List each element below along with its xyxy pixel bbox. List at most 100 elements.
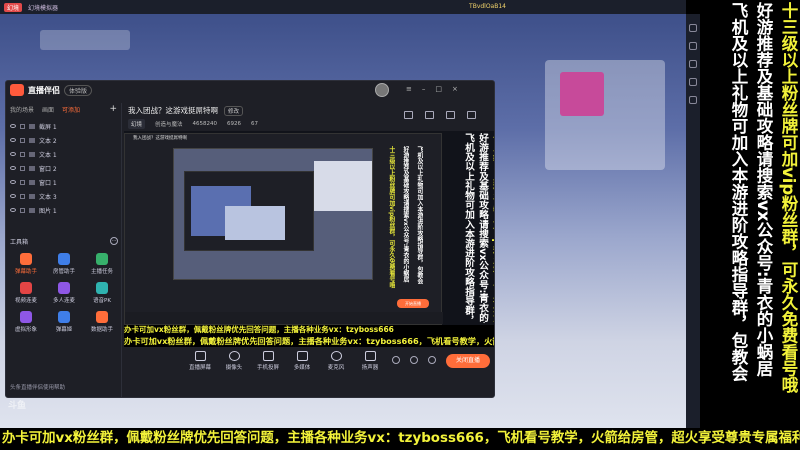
settings-gear-icon[interactable]	[428, 356, 436, 364]
preview-banner-1: 十三级以上粉丝牌可加vip粉丝群，可永久免费看号哦	[491, 133, 495, 323]
tool-voice-pk[interactable]: 语音PK	[84, 282, 120, 304]
toolbox-more-button[interactable]: ···	[110, 237, 118, 245]
source-controls: 直播屏幕 摄像头 手机投屏 多媒体 麦克风 扬声器	[186, 351, 384, 371]
maximize-icon[interactable]: □	[435, 85, 442, 93]
tool-label: 主播任务	[90, 269, 113, 275]
tab-my-scenes[interactable]: 我的场景	[10, 105, 34, 114]
volume-icon[interactable]	[689, 60, 697, 68]
lock-icon[interactable]	[20, 207, 25, 213]
game-banner	[40, 30, 130, 50]
keyboard-icon[interactable]	[689, 24, 697, 32]
tool-label: 视频连麦	[14, 298, 37, 304]
tool-data[interactable]: 数据助手	[84, 311, 120, 333]
tool-host-tasks[interactable]: 主播任务	[84, 253, 120, 275]
close-icon[interactable]: ×	[452, 85, 458, 93]
tab-addable[interactable]: 可添加	[62, 105, 80, 114]
lock-icon[interactable]	[20, 137, 25, 143]
source-label: 窗口 1	[39, 179, 57, 187]
chat-icon	[58, 311, 70, 323]
edit-title-button[interactable]: 修改	[224, 105, 244, 116]
settings-icon[interactable]	[689, 78, 697, 86]
list-item[interactable]: 窗口 1	[6, 175, 121, 189]
app-version-badge[interactable]: 体验版	[64, 84, 93, 96]
screenshot-icon[interactable]	[689, 42, 697, 50]
eye-preview-icon[interactable]	[410, 356, 418, 364]
lock-icon[interactable]	[20, 165, 25, 171]
scene-panel: 我的场景 画面 可添加 + 截屏 1 文本 2 文本 1 窗口 2 窗口 1 文…	[6, 103, 122, 397]
menu-icon[interactable]: ≡	[406, 85, 412, 93]
screen-icon[interactable]	[425, 111, 434, 119]
tool-avatar[interactable]: 虚拟形象	[8, 311, 44, 333]
toggle-live-button[interactable]: 关闭直播	[446, 354, 490, 368]
eye-icon[interactable]	[10, 194, 16, 198]
nested-broadcaster-window: 我入团战？这游戏挺屌特啊 十三级以上粉丝牌可加vip粉丝群，可永久免费看号哦 好…	[124, 133, 443, 325]
layout-icon[interactable]	[404, 111, 413, 119]
app-logo-icon	[10, 84, 24, 96]
record-icon[interactable]	[392, 356, 400, 364]
lock-icon[interactable]	[20, 151, 25, 157]
eye-icon[interactable]	[10, 152, 16, 156]
nested-header: 我入团战？这游戏挺屌特啊	[133, 136, 187, 141]
list-item[interactable]: 文本 1	[6, 147, 121, 161]
likes-count: 6926	[227, 121, 242, 127]
screen-capture-button[interactable]: 直播屏幕	[186, 351, 214, 371]
list-item[interactable]: 文本 3	[6, 189, 121, 203]
eye-icon[interactable]	[10, 180, 16, 184]
lock-icon[interactable]	[20, 123, 25, 129]
gift-icon[interactable]	[446, 111, 455, 119]
video-icon	[20, 282, 32, 294]
microphone-button[interactable]: 麦克风	[322, 351, 350, 371]
more-icon[interactable]	[689, 96, 697, 104]
phone-cast-button[interactable]: 手机投屏	[254, 351, 282, 371]
tab-canvas[interactable]: 画面	[42, 105, 54, 114]
admin-icon	[58, 253, 70, 265]
microphone-icon	[330, 351, 342, 361]
lock-icon[interactable]	[20, 179, 25, 185]
source-icon	[29, 193, 35, 199]
source-icon	[29, 137, 35, 143]
minimize-icon[interactable]: –	[422, 85, 426, 93]
list-item[interactable]: 窗口 2	[6, 161, 121, 175]
room-tag: 幻境	[128, 119, 146, 129]
eye-icon[interactable]	[10, 208, 16, 212]
eye-icon[interactable]	[10, 166, 16, 170]
tool-danmu-assistant[interactable]: 弹幕助手	[8, 253, 44, 275]
preview-banner-2: 好游推荐及基础攻略请搜索vx公众号:青衣的小蜗居	[477, 133, 488, 323]
camera-icon	[228, 351, 240, 361]
nested-banner-1: 十三级以上粉丝牌可加vip粉丝群，可永久免费看号哦	[388, 146, 395, 289]
tool-multi-link[interactable]: 多人连麦	[46, 282, 82, 304]
list-item[interactable]: 文本 2	[6, 133, 121, 147]
app-name: 直播伴侣	[28, 85, 60, 95]
watermark-logo: 斗鱼	[8, 401, 27, 411]
media-button[interactable]: 多媒体	[288, 351, 316, 371]
lock-icon[interactable]	[20, 193, 25, 199]
help-footer[interactable]: 头条直播伴侣使用帮助	[10, 383, 65, 391]
avatar[interactable]	[375, 83, 389, 97]
list-item[interactable]: 图片 1	[6, 203, 121, 217]
nested-game-frame-light	[225, 206, 285, 240]
add-source-button[interactable]: +	[109, 104, 117, 114]
tool-danmu-ji[interactable]: 弹幕姬	[46, 311, 82, 333]
users-icon	[58, 282, 70, 294]
source-icon	[29, 207, 35, 213]
control-label: 扬声器	[361, 365, 379, 371]
emulator-title: 幻境模拟器	[28, 4, 59, 12]
toolbox-title: 工具箱	[10, 239, 29, 246]
source-icon	[29, 165, 35, 171]
eye-icon[interactable]	[10, 138, 16, 142]
list-item[interactable]: 截屏 1	[6, 119, 121, 133]
eye-icon[interactable]	[10, 124, 16, 128]
control-label: 麦克风	[327, 365, 345, 371]
stream-preview[interactable]: 我入团战？这游戏挺屌特啊 十三级以上粉丝牌可加vip粉丝群，可永久免费看号哦 好…	[124, 131, 495, 335]
tool-room-admin[interactable]: 房管助手	[46, 253, 82, 275]
speaker-button[interactable]: 扬声器	[356, 351, 384, 371]
window-controls: ≡ – □ ×	[406, 85, 458, 93]
control-label: 手机投屏	[256, 365, 279, 371]
tool-label: 数据助手	[90, 327, 113, 333]
tool-video-link[interactable]: 视频连麦	[8, 282, 44, 304]
banner-line-2: 好游推荐及基础攻略请搜索vx公众号:青衣的小蜗居	[754, 2, 773, 377]
source-label: 文本 3	[39, 193, 57, 201]
camera-button[interactable]: 摄像头	[220, 351, 248, 371]
room-game[interactable]: 创造与魔法	[155, 120, 183, 128]
expand-icon[interactable]	[467, 111, 476, 119]
